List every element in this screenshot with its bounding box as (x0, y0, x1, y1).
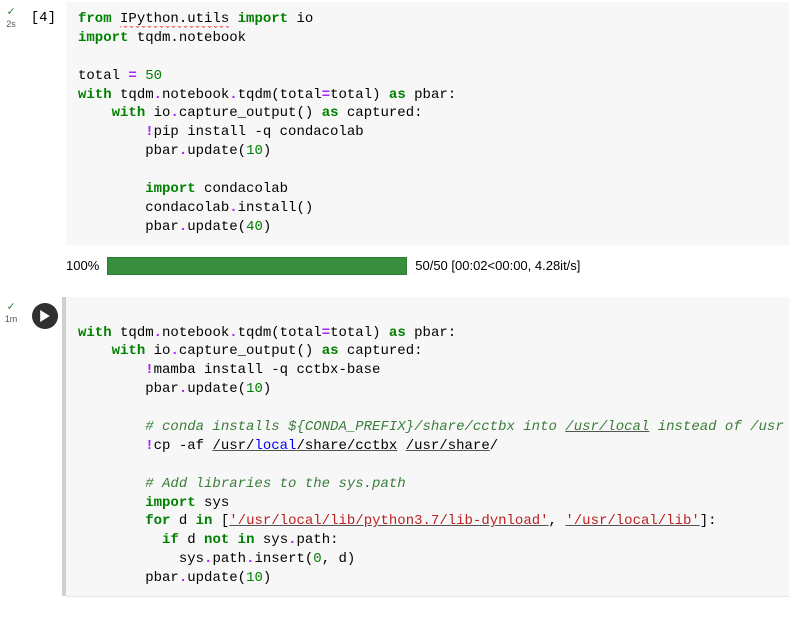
code-cell-2: ✓ 1m with tqdm.notebook.tqdm(total=total… (0, 297, 789, 596)
progress-stats: 50/50 [00:02<00:00, 4.28it/s] (415, 258, 580, 273)
execution-time: 2s (6, 19, 16, 29)
cell-status-gutter: ✓ 1m (0, 297, 22, 596)
play-icon (39, 310, 51, 322)
code-cell-1: ✓ 2s [4] from IPython.utils import io im… (0, 2, 789, 245)
progress-bar (107, 257, 407, 275)
success-check-icon: ✓ (7, 6, 14, 18)
code-editor[interactable]: from IPython.utils import io import tqdm… (66, 2, 789, 245)
code-editor[interactable]: with tqdm.notebook.tqdm(total=total) as … (66, 297, 789, 596)
run-cell-button[interactable] (32, 303, 58, 329)
success-check-icon: ✓ (7, 301, 14, 313)
progress-percent: 100% (66, 258, 99, 273)
cell-status-gutter: ✓ 2s (0, 2, 22, 245)
execution-time: 1m (5, 314, 18, 324)
cell-output-progress: 100% 50/50 [00:02<00:00, 4.28it/s] (66, 257, 789, 275)
run-button-column (22, 297, 66, 596)
execution-count: [4] (22, 2, 66, 245)
